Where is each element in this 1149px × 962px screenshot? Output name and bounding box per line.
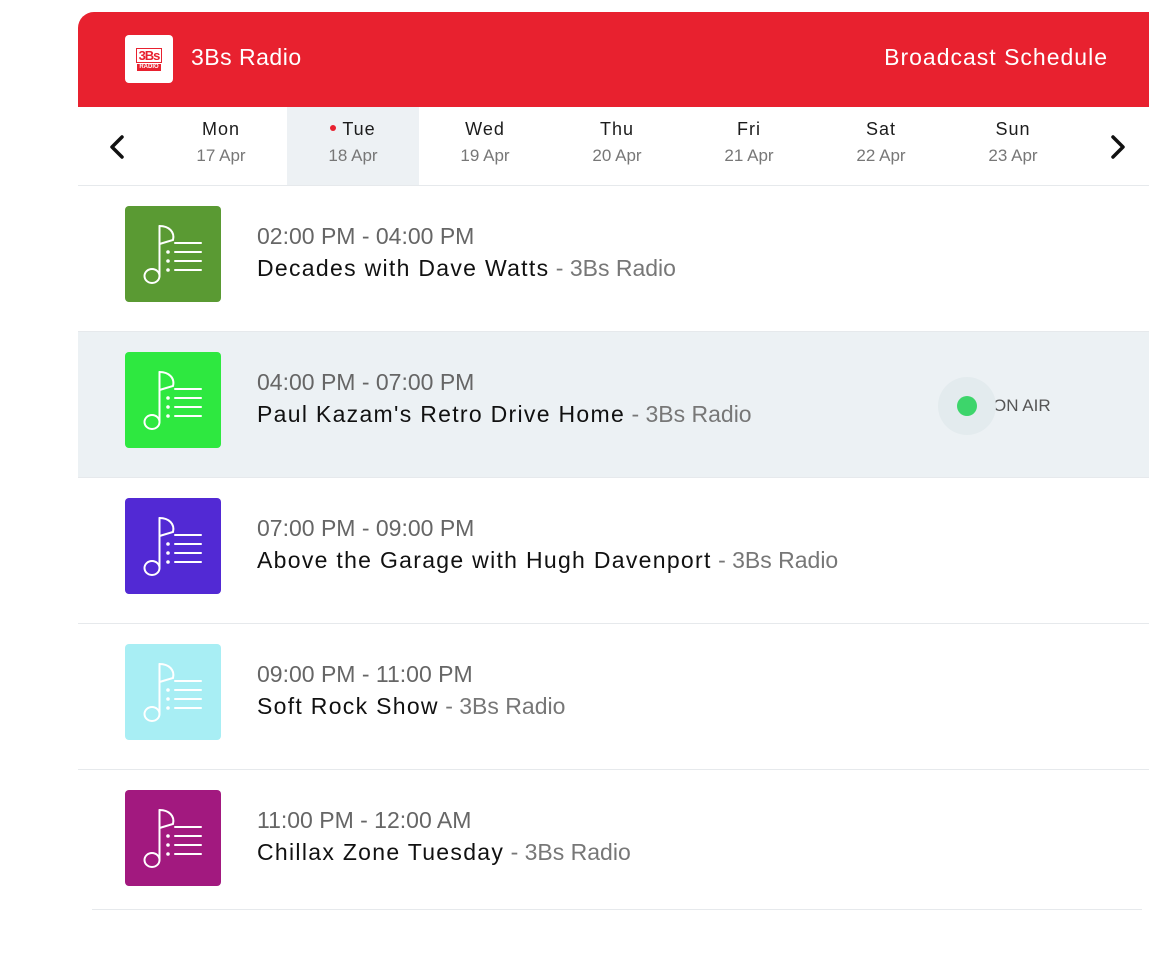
music-note-list-icon [143,225,202,284]
show-title: Paul Kazam's Retro Drive Home [257,401,626,427]
music-note-list-icon [143,517,202,576]
logo-text: 3Bs [135,47,163,63]
day-tab-sat[interactable]: Sat 22 Apr [815,107,947,185]
day-tab-thu[interactable]: Thu 20 Apr [551,107,683,185]
show-time: 09:00 PM - 11:00 PM [257,661,473,687]
show-row-current[interactable]: 04:00 PM - 07:00 PM Paul Kazam's Retro D… [78,332,1149,478]
day-tab-sun[interactable]: Sun 23 Apr [947,107,1079,185]
on-air-indicator: ON AIR [938,376,1051,436]
on-air-label: ON AIR [993,396,1051,415]
schedule-header: 3Bs RADIO 3Bs Radio Broadcast Schedule [78,12,1149,107]
show-row[interactable]: 09:00 PM - 11:00 PM Soft Rock Show - 3Bs… [78,624,1149,770]
day-date: 22 Apr [856,146,906,165]
show-station: - 3Bs Radio [631,401,752,427]
day-date: 21 Apr [724,146,774,165]
next-week-button[interactable] [1098,127,1138,167]
prev-week-button[interactable] [97,127,137,167]
show-artwork [125,206,221,302]
show-artwork [125,790,221,886]
day-name: Tue [342,119,376,139]
logo-sub-text: RADIO [137,63,161,71]
show-time: 07:00 PM - 09:00 PM [257,515,475,541]
show-title: Decades with Dave Watts [257,255,550,281]
day-date: 18 Apr [328,146,378,165]
show-artwork [125,644,221,740]
chevron-right-icon [1111,135,1125,159]
show-time: 04:00 PM - 07:00 PM [257,369,475,395]
on-air-ring [938,377,996,435]
show-station: - 3Bs Radio [510,839,631,865]
day-tab-wed[interactable]: Wed 19 Apr [419,107,551,185]
today-dot [330,125,337,132]
station-name: 3Bs Radio [191,44,302,70]
day-name: Wed [465,119,505,139]
day-name: Thu [599,119,635,139]
show-artwork [125,352,221,448]
show-row[interactable]: 11:00 PM - 12:00 AM Chillax Zone Tuesday… [78,770,1149,915]
day-name: Mon [201,119,240,139]
music-note-list-icon [143,809,202,868]
show-title: Above the Garage with Hugh Davenport [257,547,712,573]
show-time: 11:00 PM - 12:00 AM [257,807,472,833]
music-note-list-icon [143,663,202,722]
show-station: - 3Bs Radio [445,693,566,719]
day-name: Sun [995,119,1031,139]
chevron-left-icon [110,135,124,159]
show-station: - 3Bs Radio [555,255,676,281]
show-row[interactable]: 07:00 PM - 09:00 PM Above the Garage wit… [78,478,1149,624]
show-artwork [125,498,221,594]
day-date: 19 Apr [460,146,510,165]
day-date: 17 Apr [196,146,246,165]
music-note-list-icon [143,371,202,430]
show-row[interactable]: 02:00 PM - 04:00 PM Decades with Dave Wa… [78,186,1149,332]
show-title: Soft Rock Show [257,693,439,719]
day-date: 23 Apr [988,146,1038,165]
day-date: 20 Apr [592,146,642,165]
divider [92,909,1142,910]
page-title: Broadcast Schedule [884,44,1108,70]
show-title: Chillax Zone Tuesday [257,839,505,865]
day-name: Sat [865,119,897,139]
show-time: 02:00 PM - 04:00 PM [257,223,475,249]
show-station: - 3Bs Radio [718,547,839,573]
station-logo: 3Bs RADIO [125,35,173,83]
day-tab-fri[interactable]: Fri 21 Apr [683,107,815,185]
day-name: Fri [737,119,761,139]
day-selector: Mon 17 Apr Tue 18 Apr Wed 19 Apr Thu 20 … [78,107,1149,186]
on-air-dot-icon [957,396,977,416]
day-tab-mon[interactable]: Mon 17 Apr [155,107,287,185]
day-tab-tue[interactable]: Tue 18 Apr [287,107,419,185]
schedule-widget: 3Bs RADIO 3Bs Radio Broadcast Schedule M… [78,12,1149,915]
